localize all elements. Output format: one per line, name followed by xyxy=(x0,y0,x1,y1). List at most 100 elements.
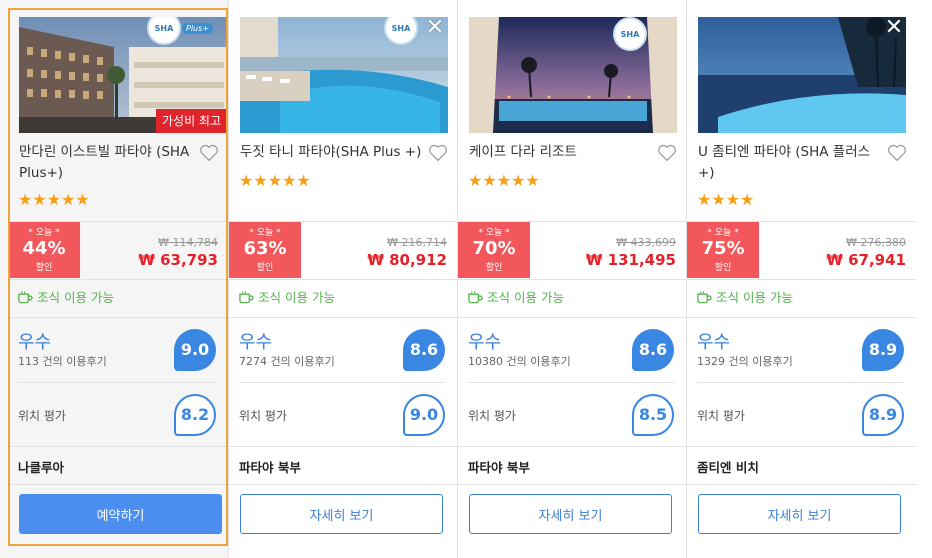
heart-icon[interactable] xyxy=(657,144,677,162)
discount-badge: * 오늘 * 63% 할인 xyxy=(229,222,301,278)
breakfast-available: 조식 이용 가능 xyxy=(239,287,335,306)
discount-badge: * 오늘 * 75% 할인 xyxy=(687,222,759,278)
rating-word: 우수 xyxy=(697,332,731,353)
coffee-cup-icon xyxy=(697,290,712,303)
review-score: 9.0 xyxy=(174,329,216,371)
breakfast-label: 조식 이용 가능 xyxy=(258,290,335,305)
final-price: ₩ 63,793 xyxy=(138,251,218,269)
review-count[interactable]: 1329 건의 이용후기 xyxy=(697,353,793,369)
rating-word: 우수 xyxy=(18,332,52,353)
deal-today-label: * 오늘 * xyxy=(28,228,60,238)
deal-today-label: * 오늘 * xyxy=(249,228,281,238)
original-price: ₩ 114,784 xyxy=(158,236,218,249)
location-rating-label: 위치 평가 xyxy=(697,409,745,423)
sha-plus-label: Plus+ xyxy=(182,23,213,34)
view-details-button[interactable]: 자세히 보기 xyxy=(698,494,901,534)
location-score: 9.0 xyxy=(403,394,445,436)
hotel-name[interactable]: 두짓 타니 파타야(SHA Plus +) xyxy=(240,142,422,163)
original-price: ₩ 276,380 xyxy=(846,236,906,249)
hotel-area: 나클루아 xyxy=(18,460,65,475)
divider xyxy=(229,317,457,318)
review-count[interactable]: 10380 건의 이용후기 xyxy=(468,353,571,369)
hotel-card-4[interactable]: ✕ U 좀티엔 파타야 (SHA 플러스 +) ★★★★ * 오늘 * 75% … xyxy=(687,0,932,558)
close-icon[interactable]: ✕ xyxy=(884,17,904,39)
divider xyxy=(8,279,228,280)
divider xyxy=(687,317,916,318)
view-details-button[interactable]: 자세히 보기 xyxy=(240,494,443,534)
breakfast-available: 조식 이용 가능 xyxy=(697,287,793,306)
discount-label: 할인 xyxy=(35,263,53,273)
sha-certification-badge: SHA xyxy=(613,17,647,51)
divider xyxy=(8,317,228,318)
heart-icon[interactable] xyxy=(887,144,907,162)
coffee-cup-icon xyxy=(239,290,254,303)
star-rating: ★★★★★ xyxy=(468,171,540,190)
final-price: ₩ 80,912 xyxy=(367,251,447,269)
hotel-photo[interactable]: SHA xyxy=(240,17,448,133)
review-count[interactable]: 113 건의 이용후기 xyxy=(18,353,107,369)
discount-label: 할인 xyxy=(714,263,732,273)
divider xyxy=(229,484,457,485)
hotel-name[interactable]: U 좀티엔 파타야 (SHA 플러스 +) xyxy=(698,142,880,184)
hotel-photo[interactable]: SHA xyxy=(469,17,677,133)
breakfast-available: 조식 이용 가능 xyxy=(18,287,114,306)
hotel-area: 좀티엔 비치 xyxy=(697,460,759,475)
discount-label: 할인 xyxy=(256,263,274,273)
discount-percent: 44% xyxy=(22,238,66,259)
hotel-card-2[interactable]: SHA ✕ 두짓 타니 파타야(SHA Plus +) ★★★★★ * 오늘 *… xyxy=(229,0,458,558)
divider xyxy=(687,279,916,280)
original-price: ₩ 433,699 xyxy=(616,236,676,249)
hotel-card-1[interactable]: SHA Plus+ 가성비 최고 만다린 이스트빌 파타야 (SHA Plus+… xyxy=(0,0,229,558)
review-score: 8.6 xyxy=(403,329,445,371)
divider xyxy=(239,382,445,383)
breakfast-available: 조식 이용 가능 xyxy=(468,287,564,306)
location-rating-label: 위치 평가 xyxy=(468,409,516,423)
divider xyxy=(697,382,904,383)
hotel-card-3[interactable]: SHA 케이프 다라 리조트 ★★★★★ * 오늘 * 70% 할인 ₩ 433… xyxy=(458,0,687,558)
heart-icon[interactable] xyxy=(199,144,219,162)
close-icon[interactable]: ✕ xyxy=(425,17,445,39)
deal-today-label: * 오늘 * xyxy=(707,228,739,238)
discount-badge: * 오늘 * 70% 할인 xyxy=(458,222,530,278)
divider xyxy=(687,484,916,485)
location-rating-label: 위치 평가 xyxy=(18,409,66,423)
divider xyxy=(8,446,228,447)
breakfast-label: 조식 이용 가능 xyxy=(487,290,564,305)
review-score: 8.6 xyxy=(632,329,674,371)
discount-percent: 70% xyxy=(472,238,516,259)
hotel-name[interactable]: 케이프 다라 리조트 xyxy=(469,142,651,163)
final-price: ₩ 131,495 xyxy=(585,251,676,269)
divider xyxy=(458,279,686,280)
divider xyxy=(229,446,457,447)
review-count[interactable]: 7274 건의 이용후기 xyxy=(239,353,335,369)
discount-label: 할인 xyxy=(485,263,503,273)
rating-word: 우수 xyxy=(468,332,502,353)
divider xyxy=(8,484,228,485)
rating-word: 우수 xyxy=(239,332,273,353)
discount-percent: 63% xyxy=(243,238,287,259)
hotel-comparison-list: SHA Plus+ 가성비 최고 만다린 이스트빌 파타야 (SHA Plus+… xyxy=(0,0,932,558)
review-score: 8.9 xyxy=(862,329,904,371)
coffee-cup-icon xyxy=(18,290,33,303)
breakfast-label: 조식 이용 가능 xyxy=(37,290,114,305)
divider xyxy=(458,484,686,485)
final-price: ₩ 67,941 xyxy=(826,251,906,269)
hotel-photo[interactable] xyxy=(698,17,906,133)
hotel-photo[interactable]: SHA Plus+ 가성비 최고 xyxy=(19,17,227,133)
original-price: ₩ 216,714 xyxy=(387,236,447,249)
hotel-name[interactable]: 만다린 이스트빌 파타야 (SHA Plus+) xyxy=(19,142,201,184)
divider xyxy=(687,446,916,447)
location-score: 8.2 xyxy=(174,394,216,436)
deal-today-label: * 오늘 * xyxy=(478,228,510,238)
star-rating: ★★★★★ xyxy=(18,190,90,209)
breakfast-label: 조식 이용 가능 xyxy=(716,290,793,305)
heart-icon[interactable] xyxy=(428,144,448,162)
divider xyxy=(458,317,686,318)
coffee-cup-icon xyxy=(468,290,483,303)
star-rating: ★★★★★ xyxy=(239,171,311,190)
book-now-button[interactable]: 예약하기 xyxy=(19,494,222,534)
divider xyxy=(458,446,686,447)
view-details-button[interactable]: 자세히 보기 xyxy=(469,494,672,534)
location-score: 8.5 xyxy=(632,394,674,436)
divider xyxy=(18,382,216,383)
